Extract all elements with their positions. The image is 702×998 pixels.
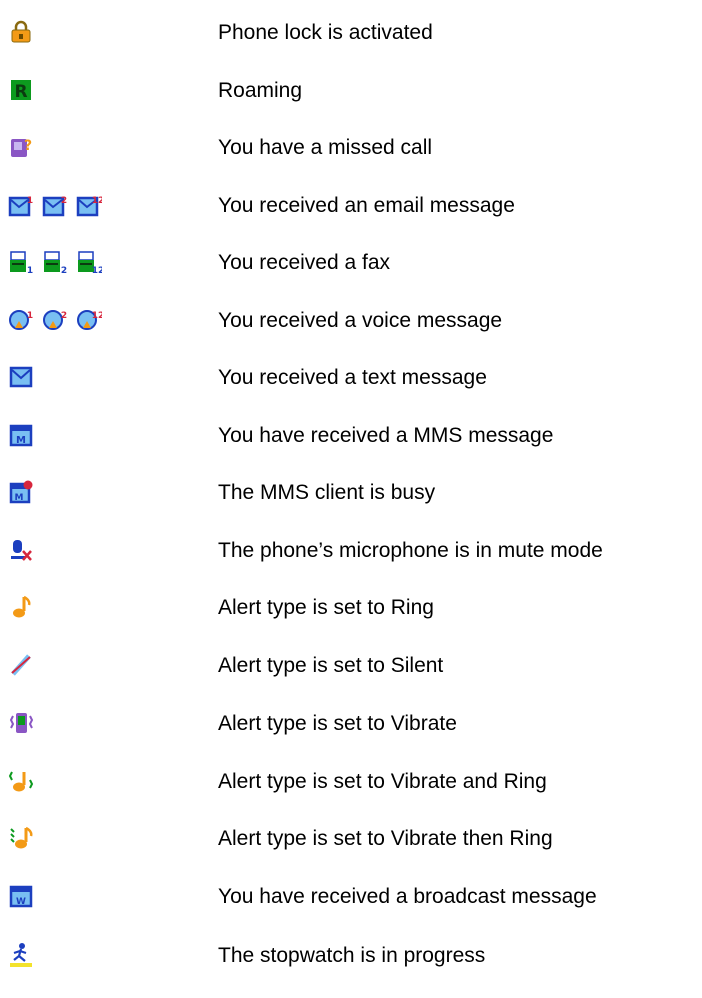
legend-label: Alert type is set to Vibrate and Ring <box>218 770 547 793</box>
legend-row: Alert type is set to Ring <box>0 589 702 629</box>
legend-label: The stopwatch is in progress <box>218 944 486 967</box>
legend-row: You received a text message <box>0 359 702 399</box>
legend-icons: M <box>8 421 34 449</box>
vibrate-then-ring-icon <box>8 825 34 851</box>
mute-microphone-icon <box>8 537 34 563</box>
fax-12-icon: 12 <box>76 249 102 275</box>
legend-row: The stopwatch is in progress <box>0 937 702 977</box>
mms-busy-icon: M <box>8 479 34 505</box>
legend-row: 1 2 12 You received an email message <box>0 187 702 227</box>
envelope-icon <box>8 364 34 390</box>
legend-row: M The MMS client is busy <box>0 474 702 514</box>
padlock-icon <box>8 19 34 45</box>
legend-icons: 1 2 12 <box>8 248 102 276</box>
svg-text:2: 2 <box>61 196 67 206</box>
stopwatch-runner-icon <box>8 942 34 968</box>
silent-icon <box>8 652 34 678</box>
legend-label: You received a text message <box>218 366 487 389</box>
legend-icons: W <box>8 882 34 910</box>
email-1-icon: 1 <box>8 192 34 218</box>
svg-text:1: 1 <box>27 311 33 321</box>
ring-note-icon <box>8 594 34 620</box>
legend-row: The phone’s microphone is in mute mode <box>0 532 702 572</box>
legend-label: Phone lock is activated <box>218 21 433 44</box>
legend-label: Alert type is set to Vibrate <box>218 712 457 735</box>
vibrate-and-ring-icon <box>8 768 34 794</box>
roaming-r-icon: R <box>8 77 34 103</box>
broadcast-message-icon: W <box>8 883 34 909</box>
svg-text:W: W <box>16 897 26 907</box>
legend-label: You have received a broadcast message <box>218 885 597 908</box>
email-12-icon: 12 <box>76 192 102 218</box>
svg-text:R: R <box>14 82 27 102</box>
missed-call-icon: ? <box>8 134 34 160</box>
legend-label: You received a voice message <box>218 309 503 332</box>
legend-label: Alert type is set to Silent <box>218 654 444 677</box>
voice-message-2-icon: 2 <box>42 307 68 333</box>
legend-row: W You have received a broadcast message <box>0 878 702 918</box>
legend-label: Alert type is set to Vibrate then Ring <box>218 827 553 850</box>
fax-1-icon: 1 <box>8 249 34 275</box>
voice-message-12-icon: 12 <box>76 307 102 333</box>
legend-row: 1 2 12 You received a fax <box>0 244 702 284</box>
legend-icons <box>8 767 34 795</box>
svg-text:2: 2 <box>61 266 67 275</box>
legend-row: 1 2 12 You received a voice message <box>0 302 702 342</box>
legend-icons <box>8 709 34 737</box>
email-2-icon: 2 <box>42 192 68 218</box>
svg-text:M: M <box>16 435 26 446</box>
legend-row: M You have received a MMS message <box>0 417 702 457</box>
legend-icons <box>8 18 34 46</box>
legend-icons: ? <box>8 133 34 161</box>
svg-text:12: 12 <box>92 311 102 321</box>
voice-message-1-icon: 1 <box>8 307 34 333</box>
svg-text:1: 1 <box>27 266 33 275</box>
svg-text:?: ? <box>24 138 32 154</box>
legend-icons: 1 2 12 <box>8 306 102 334</box>
legend-icons <box>8 593 34 621</box>
legend-icons <box>8 651 34 679</box>
svg-text:1: 1 <box>27 196 33 206</box>
legend-row: R Roaming <box>0 72 702 112</box>
legend-icons: 1 2 12 <box>8 191 102 219</box>
legend-row: ? You have a missed call <box>0 129 702 169</box>
legend-label: You have received a MMS message <box>218 424 554 447</box>
legend-row: Alert type is set to Vibrate then Ring <box>0 820 702 860</box>
legend-row: Alert type is set to Vibrate <box>0 705 702 745</box>
legend-icons <box>8 824 34 852</box>
legend-row: Alert type is set to Silent <box>0 647 702 687</box>
legend-label: The MMS client is busy <box>218 481 436 504</box>
legend-icons <box>8 536 34 564</box>
legend-icons <box>8 363 34 391</box>
svg-text:M: M <box>15 493 24 503</box>
fax-2-icon: 2 <box>42 249 68 275</box>
legend-label: You received a fax <box>218 251 391 274</box>
legend-row: Phone lock is activated <box>0 14 702 54</box>
legend-label: Alert type is set to Ring <box>218 596 434 619</box>
legend-icons: R <box>8 76 34 104</box>
legend-row: Alert type is set to Vibrate and Ring <box>0 763 702 803</box>
legend-label: Roaming <box>218 79 303 102</box>
vibrate-icon <box>8 710 34 736</box>
legend-icons <box>8 941 34 969</box>
svg-text:12: 12 <box>92 266 102 275</box>
mms-icon: M <box>8 422 34 448</box>
legend-icons: M <box>8 478 34 506</box>
svg-text:12: 12 <box>92 196 102 206</box>
legend-label: You received an email message <box>218 194 515 217</box>
legend-label: You have a missed call <box>218 136 433 159</box>
svg-text:2: 2 <box>61 311 67 321</box>
legend-label: The phone’s microphone is in mute mode <box>218 539 603 562</box>
